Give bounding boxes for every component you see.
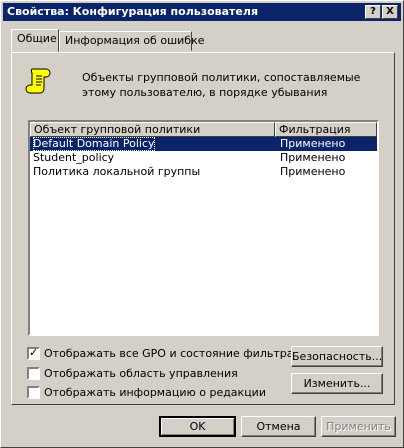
show-all-gpo-label: Отображать все GPO и состояние фильтраци… (44, 347, 316, 360)
help-button[interactable]: ? (365, 5, 381, 19)
list-header: Объект групповой политики Фильтрация (30, 122, 377, 138)
list-item[interactable]: Политика локальной группы Применено (30, 165, 377, 179)
show-all-gpo-checkbox[interactable]: ✓ Отображать все GPO и состояние фильтра… (27, 346, 315, 361)
gpo-list[interactable]: Объект групповой политики Фильтрация Def… (28, 120, 379, 336)
security-button[interactable]: Безопасность... (291, 346, 383, 367)
title-bar[interactable]: Свойства: Конфигурация пользователя ? X (3, 3, 401, 21)
show-revision-label: Отображать информацию о редакции (44, 386, 266, 399)
checkmark-icon: ✓ (29, 346, 39, 359)
tab-error-info[interactable]: Информация об ошибке (59, 31, 204, 51)
list-item[interactable]: Default Domain Policy Применено (30, 137, 377, 151)
window-title: Свойства: Конфигурация пользователя (7, 5, 259, 18)
description-text: Объекты групповой политики, сопоставляем… (82, 71, 361, 99)
properties-dialog: Свойства: Конфигурация пользователя ? X … (0, 0, 404, 448)
edit-button[interactable]: Изменить... (291, 373, 383, 394)
show-scope-checkbox[interactable]: Отображать область управления (27, 367, 287, 381)
tab-general[interactable]: Общие (11, 29, 59, 52)
scroll-icon (25, 68, 51, 94)
list-item[interactable]: Student_policy Применено (30, 151, 377, 165)
column-header-filtering[interactable]: Фильтрация (275, 122, 377, 137)
column-header-gpo[interactable]: Объект групповой политики (30, 122, 275, 137)
apply-button[interactable]: Применить (321, 416, 396, 437)
show-scope-label: Отображать область управления (44, 367, 238, 380)
close-button[interactable]: X (382, 5, 398, 19)
cancel-button[interactable]: Отмена (241, 416, 316, 437)
show-revision-checkbox[interactable]: Отображать информацию о редакции (27, 386, 287, 400)
ok-button[interactable]: OK (159, 416, 236, 437)
